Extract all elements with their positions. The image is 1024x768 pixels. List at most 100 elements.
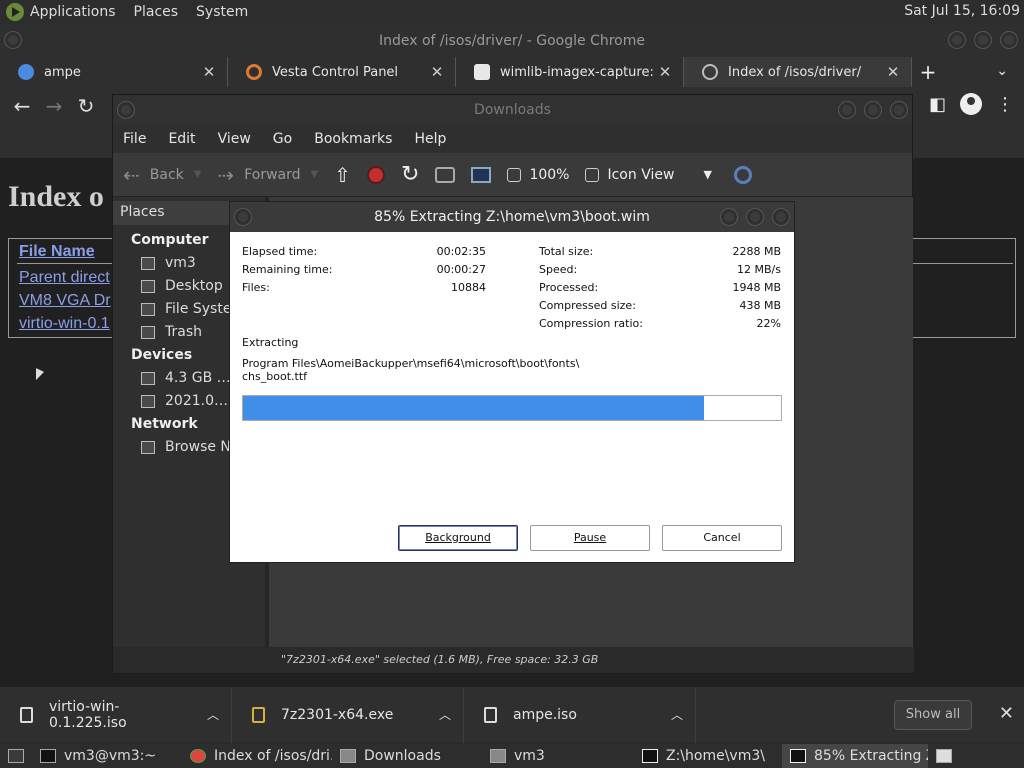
up-arrow-icon[interactable]: ⇧ [334, 163, 351, 187]
search-icon[interactable] [733, 165, 752, 184]
minimize-button[interactable] [720, 208, 738, 226]
minimize-button[interactable] [838, 101, 856, 119]
menu-go[interactable]: Go [273, 131, 292, 147]
taskbar-item-downloads[interactable]: Downloads [332, 744, 482, 768]
files-row: Files: 10884 [242, 280, 486, 296]
chevron-up-icon[interactable]: ︿ [659, 706, 695, 723]
close-shelf-icon[interactable]: ✕ [999, 703, 1014, 724]
show-desktop-icon[interactable] [0, 744, 32, 768]
menu-view[interactable]: View [218, 131, 251, 147]
view-dropdown-icon[interactable]: ▼ [703, 168, 711, 181]
gnome-foot-icon[interactable] [6, 3, 24, 21]
view-selector[interactable]: Icon View [607, 167, 703, 183]
download-item[interactable]: ampe.iso ︿ [464, 686, 696, 743]
zoom-in-icon[interactable] [585, 167, 600, 182]
file-icon [20, 706, 33, 723]
menu-file[interactable]: File [123, 131, 146, 147]
processed-row: Processed: 1948 MB [539, 280, 781, 296]
forward-arrow-icon[interactable]: → [38, 94, 70, 118]
menu-system[interactable]: System [196, 4, 248, 20]
speed-row: Speed: 12 MB/s [539, 262, 781, 278]
wimlib-favicon-icon [474, 64, 490, 80]
minimize-button[interactable] [948, 31, 966, 49]
window-menu-button[interactable] [4, 31, 22, 49]
pause-button[interactable]: Pause [530, 525, 650, 551]
panel-clock[interactable]: Sat Jul 15, 16:09 [904, 3, 1020, 19]
taskbar-item-terminal[interactable]: vm3@vm3:~ [32, 744, 182, 768]
kebab-menu-icon[interactable]: ⋮ [996, 94, 1014, 115]
drive-icon [141, 303, 155, 316]
taskbar-item-7zip-fm[interactable]: Z:\home\vm3\ [634, 744, 782, 768]
reload-icon[interactable]: ↻ [70, 94, 102, 118]
maximize-button[interactable] [974, 31, 992, 49]
places-label: Places [120, 204, 165, 220]
stat-value: 2288 MB [732, 245, 781, 258]
path-line: Program Files\AomeiBackupper\msefi64\mic… [242, 357, 580, 370]
tab-ampe[interactable]: ampe ✕ [0, 57, 228, 87]
virtio-win-link[interactable]: virtio-win-0.1 [19, 315, 110, 333]
window-menu-button[interactable] [117, 101, 135, 119]
parent-directory-link[interactable]: Parent direct [19, 269, 110, 287]
stop-icon[interactable] [367, 165, 386, 184]
vm8-vga-link[interactable]: VM8 VGA Dr [19, 292, 111, 310]
taskbar-item-7zip-extract[interactable]: 85% Extracting Z... [782, 744, 928, 768]
taskbar-item-chrome[interactable]: Index of /isos/dri... [182, 744, 332, 768]
tab-index-isos-driver[interactable]: Index of /isos/driver/ ✕ [684, 57, 912, 87]
nautilus-titlebar[interactable]: Downloads [113, 95, 912, 125]
maximize-button[interactable] [746, 208, 764, 226]
close-button[interactable] [1000, 31, 1018, 49]
taskbar-item-vm3[interactable]: vm3 [482, 744, 634, 768]
chrome-titlebar[interactable]: Index of /isos/driver/ - Google Chrome [0, 24, 1024, 57]
window-menu-button[interactable] [234, 208, 252, 226]
menu-places[interactable]: Places [134, 4, 179, 20]
tab-vesta[interactable]: Vesta Control Panel ✕ [228, 57, 456, 87]
zoom-out-icon[interactable] [507, 167, 522, 182]
elapsed-time-row: Elapsed time: 00:02:35 [242, 244, 486, 260]
background-button[interactable]: Background [398, 525, 518, 551]
back-arrow-icon: ⇠ [123, 162, 140, 187]
new-tab-button[interactable]: + [912, 60, 944, 84]
workspace-switcher-icon[interactable] [928, 744, 960, 768]
sidebar-item-label: 4.3 GB … [165, 370, 231, 386]
profile-avatar-icon[interactable] [960, 93, 982, 115]
dropdown-icon: ▼ [310, 169, 319, 180]
stat-label: Compressed size: [539, 299, 636, 312]
tab-label: Index of /isos/driver/ [728, 64, 862, 80]
cancel-button[interactable]: Cancel [662, 525, 782, 551]
close-button[interactable] [772, 208, 790, 226]
download-item[interactable]: virtio-win-0.1.225.iso ︿ [0, 686, 232, 743]
workspace-icon [936, 749, 952, 763]
vesta-favicon-icon [246, 64, 262, 80]
back-button[interactable]: ⇠ Back ▼ [123, 163, 201, 187]
menu-help[interactable]: Help [414, 131, 446, 147]
computer-icon[interactable] [471, 166, 492, 183]
tab-close-icon[interactable]: ✕ [429, 63, 445, 81]
home-icon[interactable] [435, 166, 456, 183]
tab-close-icon[interactable]: ✕ [885, 63, 901, 81]
download-item[interactable]: 7z2301-x64.exe ︿ [232, 686, 464, 743]
stat-label: Files: [242, 281, 270, 294]
menu-applications[interactable]: Applications [30, 4, 116, 20]
download-name: 7z2301-x64.exe [281, 706, 394, 723]
reload-icon[interactable]: ↻ [401, 162, 419, 187]
forward-button[interactable]: ⇢ Forward ▼ [217, 163, 318, 187]
tab-wimlib[interactable]: wimlib-imagex-capture: Cr ✕ [456, 57, 684, 87]
menu-bookmarks[interactable]: Bookmarks [314, 131, 392, 147]
tab-search-chevron-icon[interactable]: ⌄ [996, 63, 1008, 79]
close-button[interactable] [890, 101, 908, 119]
tab-close-icon[interactable]: ✕ [201, 63, 217, 81]
menu-edit[interactable]: Edit [168, 131, 195, 147]
dialog-titlebar[interactable]: 85% Extracting Z:\home\vm3\boot.wim [230, 202, 794, 232]
file-name-header[interactable]: File Name [19, 243, 95, 261]
download-name: ampe.iso [513, 706, 577, 723]
tab-close-icon[interactable]: ✕ [657, 63, 673, 81]
back-arrow-icon[interactable]: ← [6, 94, 38, 118]
show-all-button[interactable]: Show all [894, 700, 972, 730]
side-panel-icon[interactable]: ◧ [929, 94, 946, 115]
chevron-up-icon[interactable]: ︿ [427, 706, 463, 723]
action-label: Extracting [242, 336, 299, 349]
nautilus-title: Downloads [474, 102, 551, 118]
stat-label: Compression ratio: [539, 317, 643, 330]
chevron-up-icon[interactable]: ︿ [195, 706, 231, 723]
maximize-button[interactable] [864, 101, 882, 119]
